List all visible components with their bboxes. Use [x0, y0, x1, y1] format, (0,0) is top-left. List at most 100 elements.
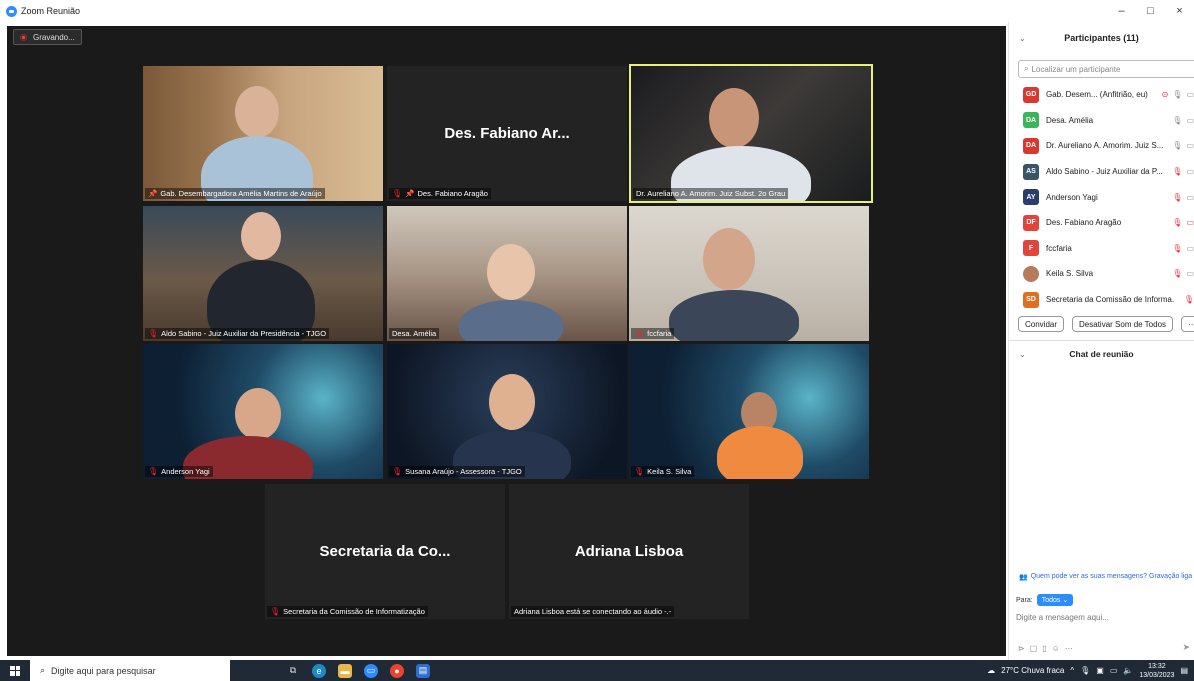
collapse-chevron-icon[interactable]: ⌄ [1019, 350, 1026, 359]
video-tile[interactable]: Des. Fabiano Ar... 🎙 📌 Des. Fabiano Aragão [387, 66, 627, 201]
video-tile[interactable]: 🎙 Keila S. Silva [629, 344, 869, 479]
tile-label: Adriana Lisboa está se conectando ao áud… [511, 606, 675, 617]
more-icon[interactable]: ⋯ [1065, 644, 1073, 653]
avatar: DA [1023, 112, 1039, 129]
video-tile[interactable]: 📌 Gab. Desembargadora Amélia Martins de A… [143, 66, 383, 201]
camera-icon: ▭ [1186, 115, 1194, 125]
emoji-icon[interactable]: ☺ [1052, 644, 1060, 653]
maximize-button[interactable]: □ [1136, 0, 1165, 22]
mute-all-button[interactable]: Desativar Som de Todos [1072, 316, 1174, 333]
weather-text[interactable]: 27°C Chuva fraca [1001, 666, 1064, 675]
clock[interactable]: 13:32 13/03/2023 [1139, 662, 1174, 680]
network-icon[interactable]: ▣ [1096, 666, 1104, 675]
mic-muted-icon: 🎙 [1172, 218, 1183, 228]
file-icon[interactable]: ▢ [1030, 644, 1038, 653]
recipient-dropdown[interactable]: Todos ⌄ [1036, 594, 1074, 606]
participant-video [241, 212, 281, 260]
tile-label: 📌 Gab. Desembargadora Amélia Martins de A… [145, 188, 325, 199]
video-tile[interactable]: Adriana Lisboa Adriana Lisboa está se co… [509, 484, 749, 619]
chat-toolbar: ⊳ ▢ ▯ ☺ ⋯ [1018, 644, 1073, 653]
participant-name-display: Secretaria da Co... [319, 543, 451, 560]
video-tile[interactable]: 🎙 Anderson Yagi [143, 344, 383, 479]
tray-chevron-icon[interactable]: ^ [1070, 666, 1074, 675]
people-icon: 👥 [1019, 574, 1028, 581]
video-tile-active-speaker[interactable]: Dr. Aureliano A. Amorim. Juiz Subst. 2o … [629, 64, 873, 203]
mic-muted-icon: 🎙 [1172, 269, 1183, 279]
recording-indicator[interactable]: Gravando... [13, 29, 82, 45]
volume-icon[interactable]: 🔈 [1123, 666, 1133, 675]
participant-video [489, 374, 535, 430]
avatar: DF [1023, 214, 1039, 231]
edge-icon[interactable]: e [312, 663, 326, 678]
taskbar-search[interactable]: ⌕ Digite aqui para pesquisar [30, 660, 230, 681]
participant-item[interactable]: AS Aldo Sabino - Juiz Auxiliar da P... 🎙… [1009, 159, 1194, 185]
invite-button[interactable]: Convidar [1018, 316, 1065, 333]
notification-icon[interactable]: ▤ [1180, 666, 1188, 675]
weather-icon: ☁ [987, 666, 996, 675]
participant-video [703, 228, 755, 290]
collapse-chevron-icon[interactable]: ⌄ [1019, 34, 1026, 43]
chat-title: Chat de reunião [1069, 349, 1134, 360]
windows-logo-icon [10, 665, 20, 676]
mic-muted-icon: 🎙 [1183, 295, 1194, 305]
close-button[interactable]: × [1165, 0, 1194, 22]
participant-item[interactable]: DF Des. Fabiano Aragão 🎙 ▭ [1009, 210, 1194, 236]
mic-muted-icon: 🎙 [1172, 243, 1183, 253]
participant-item[interactable]: F fccfaria 🎙 ▭ [1009, 236, 1194, 262]
participant-item[interactable]: Keila S. Silva 🎙 ▭ [1009, 261, 1194, 287]
camera-icon: ▭ [1186, 192, 1194, 202]
tile-label: 🎙 Aldo Sabino - Juiz Auxiliar da Presidên… [145, 328, 330, 339]
participant-video [235, 86, 279, 138]
participant-item[interactable]: DA Dr. Aureliano A. Amorim. Juiz S... 🎙 ▭ [1009, 133, 1194, 159]
file-explorer-icon[interactable]: ▬ [338, 663, 352, 678]
tile-label: 🎙 fccfaria [631, 328, 675, 339]
task-view-icon[interactable]: ⧉ [286, 664, 300, 678]
video-gallery: Gravando... 📌 Gab. Desembargadora Amélia … [7, 26, 1006, 656]
pin-icon: 📌 [405, 189, 415, 198]
participant-item[interactable]: AY Anderson Yagi 🎙 ▭ [1009, 184, 1194, 210]
camera-icon: ▭ [1186, 141, 1194, 151]
system-tray: ☁ 27°C Chuva fraca ^ 🎙 ▣ ▭ 🔈 13:32 13/03… [987, 662, 1188, 680]
avatar: AY [1023, 189, 1039, 206]
more-options-button[interactable]: ··· [1181, 316, 1194, 333]
participant-video [487, 244, 535, 300]
video-tile[interactable]: 🎙 Susana Araújo - Assessora - TJGO [387, 344, 627, 479]
video-tile[interactable]: 🎙 fccfaria [629, 206, 869, 341]
participant-item[interactable]: SD Secretaria da Comissão de Informa... … [1009, 287, 1194, 313]
avatar [1023, 265, 1039, 282]
video-tile[interactable]: Secretaria da Co... 🎙 Secretaria da Comis… [265, 484, 505, 619]
mic-icon: 🎙 [1172, 90, 1183, 100]
document-icon[interactable]: ▯ [1042, 644, 1046, 653]
participant-name-display: Adriana Lisboa [574, 543, 684, 560]
participants-header: ⌄ Participantes (11) [1009, 22, 1194, 54]
start-button[interactable] [0, 660, 30, 681]
avatar: F [1023, 240, 1039, 257]
participant-list: GD Gab. Desem... (Anfitrião, eu) ⊙ 🎙 ▭ DA … [1009, 82, 1194, 312]
participant-search-input[interactable]: ⌕ Localizar um participante [1018, 60, 1194, 78]
tile-label: 🎙 Keila S. Silva [631, 466, 695, 477]
participant-item[interactable]: DA Desa. Amélia 🎙 ▭ [1009, 108, 1194, 134]
chat-recipient-row: Para: Todos ⌄ [1016, 594, 1074, 606]
camera-icon: ▭ [1186, 269, 1194, 279]
video-tile[interactable]: 🎙 Aldo Sabino - Juiz Auxiliar da Presidên… [143, 206, 383, 341]
document-app-icon[interactable]: ▤ [416, 663, 430, 678]
participant-item[interactable]: GD Gab. Desem... (Anfitrião, eu) ⊙ 🎙 ▭ [1009, 82, 1194, 108]
send-icon[interactable]: ➤ [1182, 642, 1190, 653]
recording-label: Gravando... [33, 32, 75, 42]
camera-off-icon: ▭ [1186, 218, 1194, 228]
screenshot-icon[interactable]: ⊳ [1018, 644, 1025, 653]
zoom-app-icon[interactable]: ▭ [364, 663, 378, 678]
microphone-icon[interactable]: 🎙 [1080, 666, 1090, 675]
video-tile[interactable]: Desa. Amélia [387, 206, 627, 341]
display-icon[interactable]: ▭ [1110, 666, 1118, 675]
participants-title: Participantes (11) [1064, 33, 1139, 43]
zoom-logo-icon [6, 5, 17, 17]
participant-name-display: Des. Fabiano Ar... [444, 125, 570, 142]
chat-privacy-note[interactable]: 👥 Quem pode ver as suas mensagens? Gravaç… [1019, 573, 1192, 581]
minimize-button[interactable]: – [1107, 0, 1136, 22]
participant-video [235, 388, 281, 440]
chrome-icon[interactable]: ● [390, 663, 404, 678]
tile-label: 🎙 Susana Araújo - Assessora - TJGO [389, 466, 525, 477]
chat-message-input[interactable]: Digite a mensagem aqui... [1016, 613, 1109, 622]
mic-muted-icon: 🎙 [634, 467, 645, 476]
